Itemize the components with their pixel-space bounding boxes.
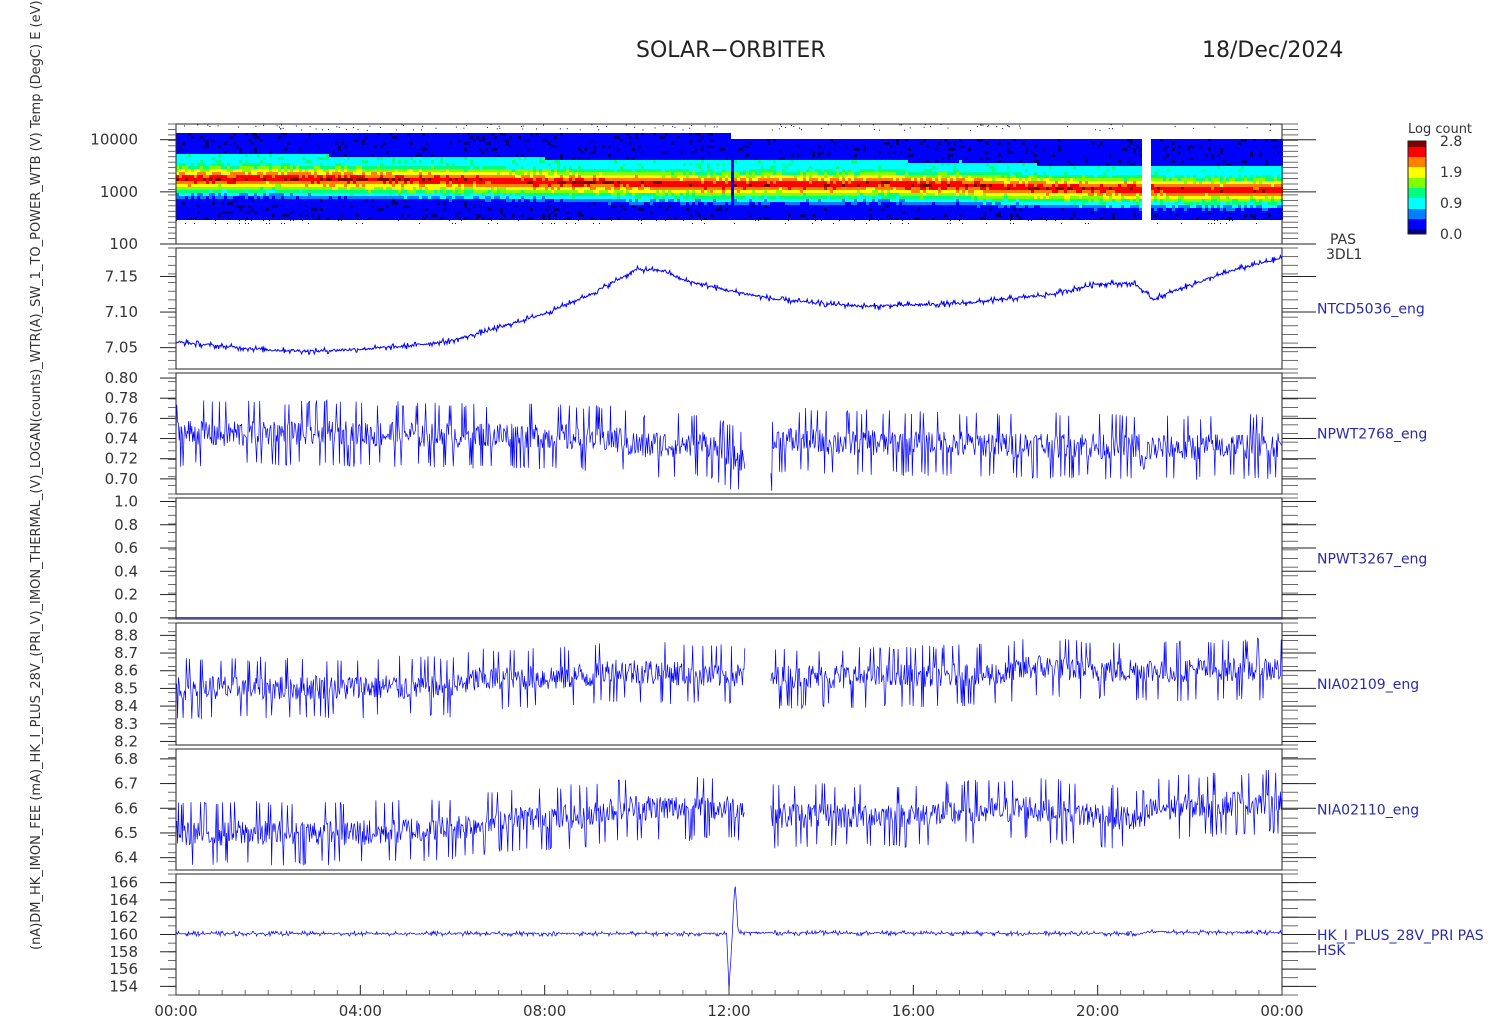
right-label-ntcd5036: NTCD5036_eng [1317,302,1425,318]
right-label-3dl1: 3DL1 [1326,247,1362,263]
ytick-label: 6.4 [114,849,138,867]
colorbar-tick-label: 0.0 [1440,227,1462,243]
ytick-label: 0.70 [105,470,138,488]
ytick-label: 10000 [90,131,138,149]
ytick-label: 1.0 [114,492,138,510]
ytick-label: 7.15 [105,267,138,285]
series-line-hk28v [175,886,1283,992]
right-label-npwt2768: NPWT2768_eng [1317,427,1427,443]
xtick-label: 16:00 [892,1002,935,1020]
xtick-label: 04:00 [339,1002,382,1020]
series-line-ntcd5036 [175,254,1283,356]
ytick-label: 0.4 [114,562,138,580]
ytick-label: 6.7 [114,775,138,793]
xtick-label: 20:00 [1076,1002,1119,1020]
colorbar: Log count2.81.90.90.0 [1407,122,1472,243]
ytick-label: 8.6 [114,662,138,680]
series-line-nia02109 [175,637,1283,720]
spectrogram-layer [176,124,1283,224]
ytick-label: 0.74 [105,430,138,448]
ytick-label: 154 [109,977,138,995]
colorbar-tick-label: 2.8 [1440,134,1462,150]
xtick-label: 00:00 [1260,1002,1303,1020]
ytick-label: 158 [109,943,138,961]
colorbar-tick-label: 1.9 [1440,165,1462,181]
xtick-label: 08:00 [523,1002,566,1020]
right-label-hk28v: HK_I_PLUS_28V_PRI PAS [1317,928,1484,944]
ytick-label: 6.6 [114,799,138,817]
ytick-label: 8.7 [114,644,138,662]
ytick-label: 8.5 [114,679,138,697]
xtick-label: 00:00 [154,1002,197,1020]
right-label-hsk: HSK [1317,943,1346,959]
ytick-label: 0.0 [114,609,138,627]
ytick-label: 156 [109,960,138,978]
ytick-label: 166 [109,874,138,892]
right-label-nia02110: NIA02110_eng [1317,803,1419,819]
ytick-label: 0.80 [105,369,138,387]
ytick-label: 1000 [100,183,138,201]
series-line-nia02110 [175,769,1283,866]
ytick-label: 0.72 [105,450,138,468]
ytick-label: 8.8 [114,626,138,644]
ytick-label: 100 [109,235,138,253]
ytick-label: 160 [109,926,138,944]
ytick-label: 8.3 [114,715,138,733]
ytick-label: 0.2 [114,586,138,604]
ytick-label: 0.8 [114,516,138,534]
series-line-npwt2768 [175,399,1283,491]
ytick-label: 0.6 [114,539,138,557]
xtick-label: 12:00 [707,1002,750,1020]
panel-frame-ntcd5036 [175,247,1283,370]
ytick-label: 8.2 [114,732,138,750]
ytick-label: 0.76 [105,409,138,427]
colorbar-tick-label: 0.9 [1440,196,1462,212]
ytick-label: 0.78 [105,389,138,407]
right-label-npwt3267: NPWT3267_eng [1317,552,1427,568]
left-axis-label: (nA)DM_HK_IMON_FEE (mA)_HK_I_PLUS_28V_(P… [29,0,44,950]
ytick-label: 7.05 [105,339,138,357]
right-label-nia02109: NIA02109_eng [1317,677,1419,693]
right-label-pas: PAS [1330,232,1356,248]
ytick-label: 8.4 [114,697,138,715]
ytick-label: 164 [109,891,138,909]
panel-frame-npwt2768 [175,372,1283,495]
multi-panel-chart: 10000 1000 100 PAS3DL1 7.15 7.10 7.05 NTCD5036_… [29,0,1484,1020]
ytick-label: 6.8 [114,750,138,768]
ytick-label: 162 [109,908,138,926]
ytick-label: 7.10 [105,303,138,321]
ytick-label: 6.5 [114,824,138,842]
panel-frame-npwt3267 [175,497,1283,620]
